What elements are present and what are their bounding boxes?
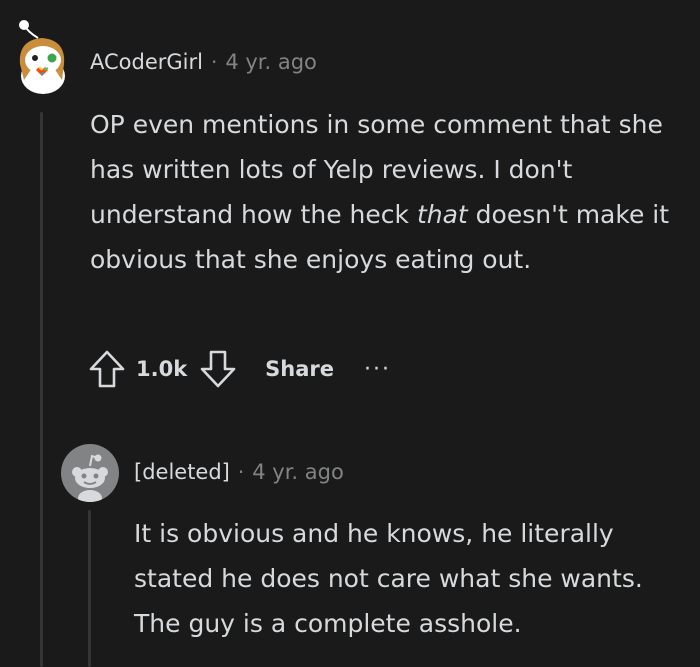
reply-author[interactable]: [deleted] — [134, 460, 230, 484]
comment-body: OP even mentions in some comment that sh… — [90, 102, 670, 282]
meta-separator: · — [210, 50, 218, 74]
comment-timestamp[interactable]: 4 yr. ago — [225, 50, 317, 74]
reply-header: [deleted] · 4 yr. ago — [134, 460, 344, 484]
thread-line-reply[interactable] — [88, 510, 91, 667]
arrow-up-icon — [89, 350, 125, 388]
snoo-avatar-icon — [19, 20, 65, 94]
reply-timestamp[interactable]: 4 yr. ago — [252, 460, 344, 484]
vote-count: 1.0k — [136, 357, 188, 381]
comment-body-emphasis: that — [416, 200, 468, 229]
comment-header: ACoderGirl · 4 yr. ago — [90, 50, 317, 74]
comment-actions: 1.0k Share ··· — [88, 348, 391, 390]
arrow-down-icon — [200, 350, 236, 388]
user-avatar[interactable] — [14, 18, 72, 96]
thread-line-main[interactable] — [40, 112, 43, 667]
share-button[interactable]: Share — [265, 357, 334, 381]
snoo-placeholder-icon — [72, 454, 108, 502]
downvote-button[interactable] — [199, 349, 237, 389]
more-options-icon[interactable]: ··· — [364, 357, 391, 382]
deleted-user-avatar[interactable] — [61, 444, 119, 502]
upvote-button[interactable] — [88, 349, 126, 389]
comment-author[interactable]: ACoderGirl — [90, 50, 203, 74]
reply-body: It is obvious and he knows, he literally… — [134, 519, 643, 638]
meta-separator: · — [237, 460, 245, 484]
